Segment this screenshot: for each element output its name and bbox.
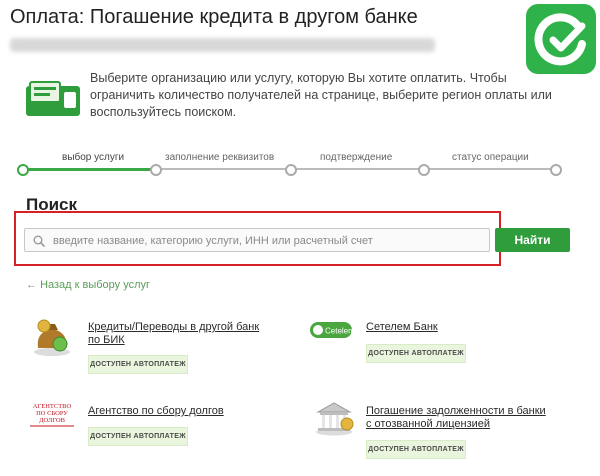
step-label-3: подтверждение: [320, 152, 393, 163]
arrow-left-icon: ←: [26, 279, 37, 291]
svg-text:ДОЛГОВ: ДОЛГОВ: [39, 417, 66, 424]
step-dot-5: [550, 164, 562, 176]
service-link-1[interactable]: Кредиты/Переводы в другой банк по БИК: [88, 321, 273, 347]
search-input[interactable]: [51, 231, 485, 251]
search-icon: [33, 234, 45, 252]
autopay-badge-3: ДОСТУПЕН АВТОПЛАТЕЖ: [88, 427, 188, 446]
step-dot-1: [17, 164, 29, 176]
step-dot-3: [285, 164, 297, 176]
cetelem-logo: Cetelem: [310, 320, 355, 340]
payment-terminal-icon: [24, 78, 82, 118]
back-to-services-link[interactable]: ← Назад к выбору услуг: [26, 279, 150, 291]
money-bag-icon: [30, 318, 74, 356]
debt-agency-logo: АГЕНТСТВО ПО СБОРУ ДОЛГОВ: [26, 399, 78, 429]
svg-text:ПО СБОРУ: ПО СБОРУ: [36, 410, 68, 417]
step-label-2: заполнение реквизитов: [165, 152, 275, 163]
progress-steps: выбор услуги заполнение реквизитов подтв…: [17, 150, 565, 180]
autopay-badge-2: ДОСТУПЕН АВТОПЛАТЕЖ: [366, 344, 466, 363]
bank-building-icon: [312, 400, 356, 436]
back-link-label: Назад к выбору услуг: [40, 279, 151, 291]
page-title: Оплата: Погашение кредита в другом банке: [10, 6, 418, 28]
cetelem-logo-text: Cetelem: [325, 327, 352, 336]
service-link-3[interactable]: Агентство по сбору долгов: [88, 405, 273, 418]
intro-text: Выберите организацию или услугу, которую…: [90, 71, 552, 119]
find-button[interactable]: Найти: [495, 228, 570, 252]
step-label-1: выбор услуги: [62, 152, 125, 163]
progress-line-done: [22, 168, 160, 171]
sberbank-logo: [526, 4, 596, 74]
svg-text:АГЕНТСТВО: АГЕНТСТВО: [33, 403, 72, 410]
step-dot-2: [150, 164, 162, 176]
service-link-2[interactable]: Сетелем Банк: [366, 321, 536, 334]
autopay-badge-1: ДОСТУПЕН АВТОПЛАТЕЖ: [88, 355, 188, 374]
step-dot-4: [418, 164, 430, 176]
autopay-badge-4: ДОСТУПЕН АВТОПЛАТЕЖ: [366, 440, 466, 459]
service-link-4[interactable]: Погашение задолженности в банки с отозва…: [366, 405, 551, 431]
search-field[interactable]: [24, 228, 490, 252]
step-label-4: статус операции: [452, 152, 529, 163]
region-label[interactable]: [10, 38, 435, 52]
